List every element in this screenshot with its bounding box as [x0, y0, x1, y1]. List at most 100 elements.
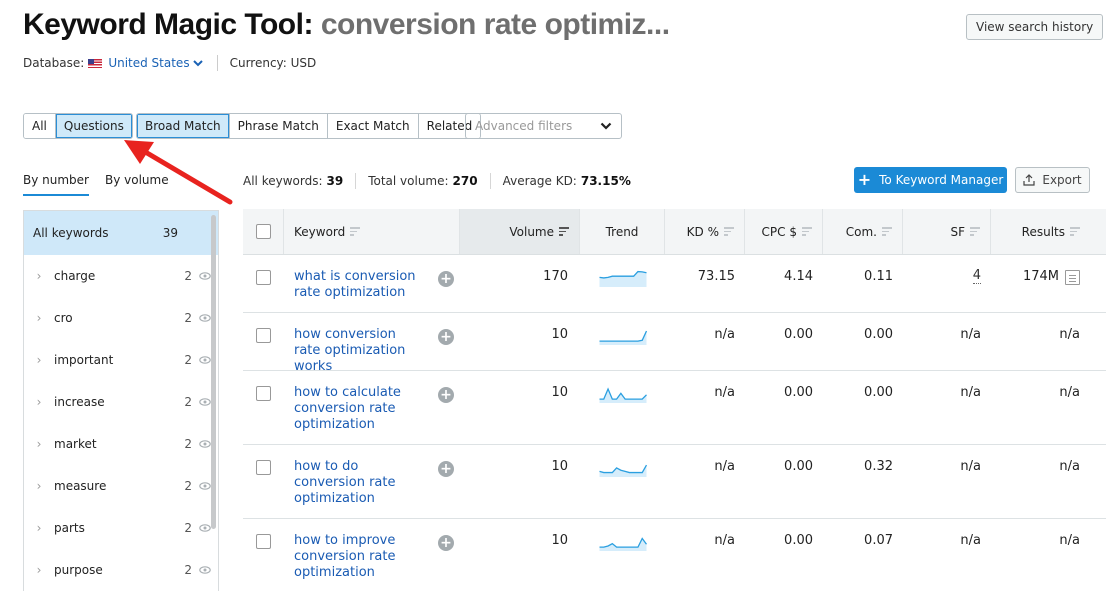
add-keyword-icon[interactable]: + — [438, 461, 454, 477]
tab-exact-match[interactable]: Exact Match — [327, 114, 419, 138]
results-value: 174M — [1022, 269, 1059, 284]
sidebar-item[interactable]: › cro 2 — [24, 297, 218, 339]
column-header-sf[interactable]: SF — [903, 209, 991, 254]
column-header-kd[interactable]: KD % — [665, 209, 745, 254]
cpc-cell: 0.00 — [784, 459, 813, 474]
chevron-right-icon[interactable]: › — [24, 395, 54, 409]
sidebar-item-label: parts — [54, 521, 85, 535]
sf-cell: n/a — [903, 519, 991, 591]
sidebar-item-label: cro — [54, 311, 73, 325]
sort-icon — [882, 227, 892, 236]
column-label: CPC $ — [761, 224, 797, 239]
add-keyword-icon[interactable]: + — [438, 329, 454, 345]
cpc-cell: 0.00 — [784, 327, 813, 342]
row-checkbox[interactable] — [256, 460, 271, 475]
kd-cell: 73.15 — [697, 269, 735, 284]
sidebar-item-label: increase — [54, 395, 105, 409]
keyword-link[interactable]: how to do conversion rate optimization — [294, 459, 424, 507]
chevron-right-icon[interactable]: › — [24, 269, 54, 283]
sidebar-item[interactable]: › purpose 2 — [24, 549, 218, 591]
column-header-volume[interactable]: Volume — [460, 209, 580, 254]
chevron-right-icon[interactable]: › — [24, 437, 54, 451]
keyword-link[interactable]: how to improve conversion rate optimizat… — [294, 533, 424, 581]
sidebar-item[interactable]: › market 2 — [24, 423, 218, 465]
database-value: United States — [108, 56, 190, 70]
database-selector[interactable]: United States — [88, 56, 203, 70]
add-keyword-icon[interactable]: + — [438, 271, 454, 287]
row-select-cell — [243, 445, 284, 518]
serp-snapshot-icon[interactable] — [1065, 270, 1080, 285]
sidebar-item[interactable]: › measure 2 — [24, 465, 218, 507]
sidebar-item-all-keywords[interactable]: All keywords 39 — [24, 211, 218, 255]
cpc-cell: 0.00 — [784, 533, 813, 548]
row-checkbox[interactable] — [256, 328, 271, 343]
keyword-stats: All keywords: 39 Total volume: 270 Average… — [243, 173, 631, 189]
chevron-right-icon[interactable]: › — [24, 311, 54, 325]
tab-all[interactable]: All — [24, 114, 56, 138]
select-all-checkbox[interactable] — [255, 224, 271, 239]
trend-line — [598, 464, 647, 474]
column-label: Results — [1021, 224, 1065, 239]
export-button[interactable]: Export — [1015, 167, 1090, 193]
sidebar-item-count: 2 — [184, 311, 192, 325]
table-row: how to calculate conversion rate optimiz… — [243, 371, 1106, 445]
tab-broad-match[interactable]: Broad Match — [137, 114, 230, 138]
column-header-cpc[interactable]: CPC $ — [745, 209, 823, 254]
row-checkbox[interactable] — [256, 534, 271, 549]
keyword-cell: how conversion rate optimization works + — [284, 313, 460, 374]
sidebar-item[interactable]: › increase 2 — [24, 381, 218, 423]
trend-cell — [580, 371, 665, 444]
trend-area — [599, 271, 646, 287]
sidebar-item[interactable]: › important 2 — [24, 339, 218, 381]
chevron-down-icon — [600, 122, 612, 130]
results-cell: 174M — [991, 255, 1090, 312]
table-row: how to improve conversion rate optimizat… — [243, 519, 1106, 591]
keyword-link[interactable]: how conversion rate optimization works — [294, 327, 424, 375]
column-label: Com. — [845, 224, 877, 239]
view-search-history-button[interactable]: View search history — [966, 14, 1104, 40]
trend-sparkline — [598, 464, 647, 477]
column-header-competition[interactable]: Com. — [823, 209, 903, 254]
add-keyword-icon[interactable]: + — [438, 535, 454, 551]
chevron-right-icon[interactable]: › — [24, 521, 54, 535]
sidebar-item[interactable]: › charge 2 — [24, 255, 218, 297]
type-filter-tabs: All Questions — [23, 113, 133, 139]
advanced-filters-label: Advanced filters — [475, 119, 573, 133]
volume-cell: 10 — [551, 459, 568, 474]
results-value: n/a — [1059, 459, 1080, 474]
sort-icon — [970, 227, 980, 236]
sidebar-scrollbar[interactable] — [211, 215, 216, 529]
sidebar-item[interactable]: › parts 2 — [24, 507, 218, 549]
row-checkbox[interactable] — [256, 386, 271, 401]
advanced-filters-dropdown[interactable]: Advanced filters — [465, 113, 622, 139]
trend-cell — [580, 255, 665, 312]
to-keyword-manager-label: To Keyword Manager — [879, 173, 1004, 187]
sf-value: n/a — [960, 533, 981, 548]
serp-features-link[interactable]: 4 — [972, 269, 981, 284]
sidebar-item-label: purpose — [54, 563, 103, 577]
row-select-cell — [243, 519, 284, 591]
chevron-right-icon[interactable]: › — [24, 479, 54, 493]
column-header-keyword[interactable]: Keyword — [284, 209, 460, 254]
add-keyword-icon[interactable]: + — [438, 387, 454, 403]
column-header-results[interactable]: Results — [991, 209, 1090, 254]
row-checkbox[interactable] — [256, 270, 271, 285]
results-cell: n/a — [991, 445, 1090, 518]
currency-label: Currency: USD — [229, 56, 317, 70]
tab-questions[interactable]: Questions — [55, 114, 132, 138]
us-flag-icon — [88, 58, 103, 68]
table-body: what is conversion rate optimization +170… — [243, 255, 1106, 591]
keyword-cell: what is conversion rate optimization + — [284, 255, 460, 312]
to-keyword-manager-button[interactable]: + To Keyword Manager — [854, 167, 1007, 193]
sf-value: n/a — [960, 327, 981, 342]
tab-by-volume[interactable]: By volume — [105, 173, 169, 196]
eye-icon[interactable] — [192, 566, 218, 574]
keyword-cell: how to calculate conversion rate optimiz… — [284, 371, 460, 444]
tab-by-number[interactable]: By number — [23, 173, 89, 196]
tab-phrase-match[interactable]: Phrase Match — [229, 114, 328, 138]
chevron-right-icon[interactable]: › — [24, 563, 54, 577]
keyword-link[interactable]: how to calculate conversion rate optimiz… — [294, 385, 424, 433]
trend-cell — [580, 445, 665, 518]
chevron-right-icon[interactable]: › — [24, 353, 54, 367]
keyword-link[interactable]: what is conversion rate optimization — [294, 269, 424, 301]
